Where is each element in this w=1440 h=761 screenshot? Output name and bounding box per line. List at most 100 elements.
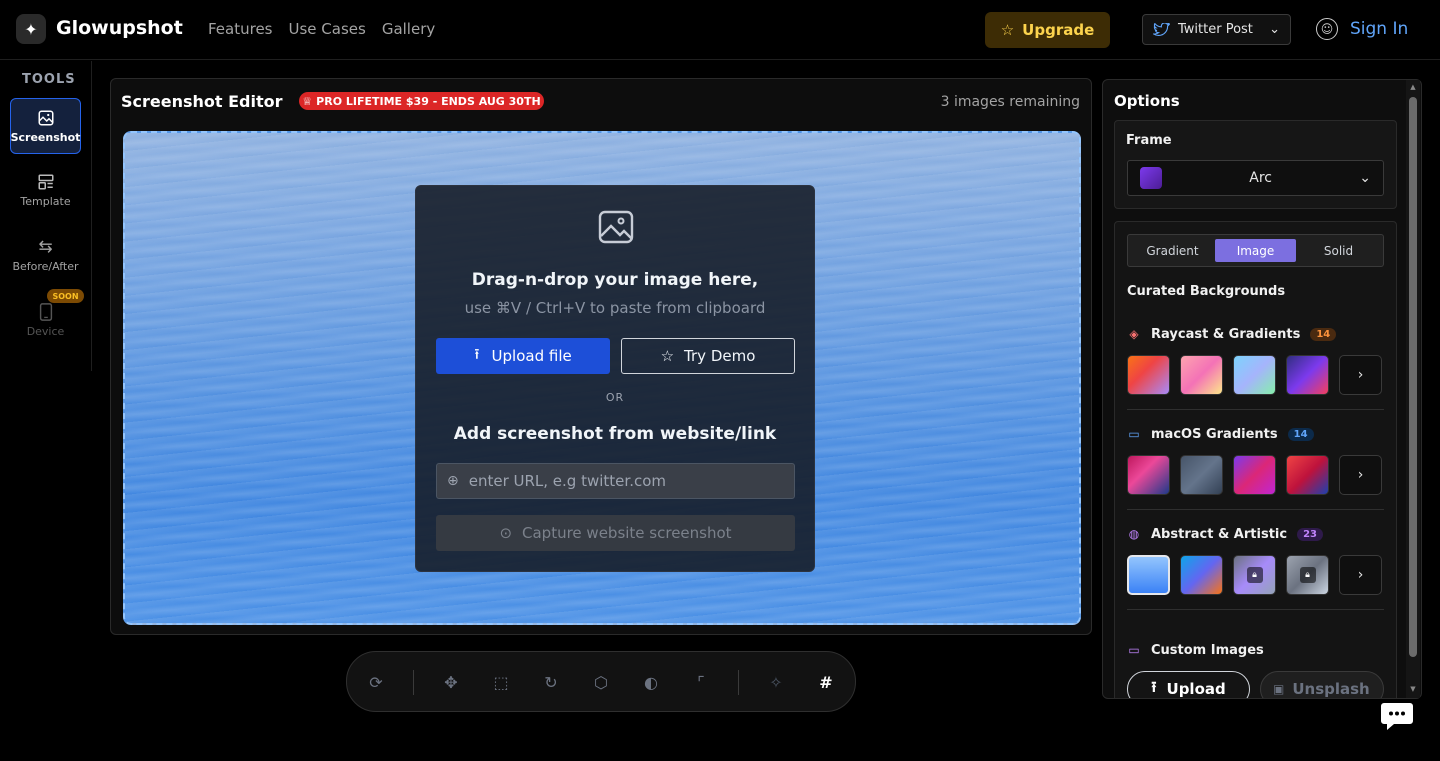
reset-icon[interactable]: ⟳ [365, 671, 387, 693]
swap-icon: ⇆ [38, 236, 53, 257]
count-badge: 14 [1287, 427, 1314, 441]
url-input[interactable] [468, 472, 769, 490]
chat-icon [1381, 703, 1413, 730]
section-abstract: ◍ Abstract & Artistic 23 🔒︎ 🔒︎ › [1127, 525, 1384, 595]
tab-image[interactable]: Image [1215, 239, 1296, 262]
scroll-up-icon[interactable]: ▲ [1409, 84, 1417, 91]
corner-icon[interactable]: ⌜ [690, 671, 712, 693]
promo-badge[interactable]: ♕ PRO LIFETIME $39 - ENDS AUG 30TH [299, 92, 544, 110]
star-icon: ☆ [1000, 21, 1015, 39]
image-icon: ▣ [1273, 682, 1285, 696]
tools-sidebar: TOOLS Screenshot Template ⇆ Before/After… [0, 61, 92, 371]
soon-badge: SOON [47, 289, 84, 303]
contrast-icon[interactable]: ◐ [640, 671, 662, 693]
bg-thumb-locked[interactable]: 🔒︎ [1286, 555, 1329, 595]
bg-thumb[interactable] [1233, 355, 1276, 395]
3d-rotate-icon[interactable]: ⬡ [590, 671, 612, 693]
image-placeholder-icon [598, 210, 634, 244]
capture-website-button[interactable]: ⊙ Capture website screenshot [436, 515, 795, 551]
arc-swatch [1140, 167, 1162, 189]
tool-before-after[interactable]: ⇆ Before/After [10, 227, 81, 283]
section-raycast: ◈ Raycast & Gradients 14 › [1127, 325, 1384, 395]
screenshot-editor: Screenshot Editor ♕ PRO LIFETIME $39 - E… [110, 78, 1092, 635]
logo-icon[interactable]: ✦ [16, 14, 46, 44]
chevron-right-icon[interactable]: › [1339, 555, 1382, 595]
post-type-select[interactable]: Twitter Post ⌄ [1142, 14, 1291, 45]
bg-thumb[interactable] [1180, 455, 1223, 495]
bg-thumb[interactable] [1180, 555, 1223, 595]
upload-icon: ⭱ [1151, 677, 1157, 696]
user-icon: ☺ [1316, 18, 1338, 40]
bg-thumb-locked[interactable]: 🔒︎ [1233, 555, 1276, 595]
magic-icon[interactable]: ✧ [765, 671, 787, 693]
raycast-icon: ◈ [1129, 327, 1139, 341]
background-card: Gradient Image Solid Curated Backgrounds… [1114, 221, 1397, 698]
nav-features[interactable]: Features [208, 20, 273, 38]
image-icon [38, 110, 53, 125]
toolbar-divider [738, 670, 739, 695]
count-badge: 23 [1297, 527, 1323, 541]
options-scrollbar[interactable]: ▲ ▼ [1406, 80, 1420, 698]
upload-file-button[interactable]: ⭱ Upload file [436, 338, 610, 374]
bg-thumb[interactable] [1127, 455, 1170, 495]
canvas-dropzone[interactable]: Drag-n-drop your image here, use ⌘V / Ct… [123, 131, 1081, 625]
chevron-right-icon[interactable]: › [1339, 355, 1382, 395]
count-badge: 14 [1310, 327, 1337, 341]
section-custom: ▭ Custom Images ⭱ Upload ▣ Unsplash [1127, 641, 1384, 698]
bg-thumb[interactable] [1127, 355, 1170, 395]
main-nav: Features Use Cases Gallery [208, 20, 435, 38]
tools-heading: TOOLS [22, 72, 76, 87]
bg-thumb[interactable] [1233, 455, 1276, 495]
section-divider [1127, 509, 1384, 510]
lock-icon: 🔒︎ [1299, 567, 1316, 583]
template-icon [38, 174, 53, 189]
tool-screenshot[interactable]: Screenshot [10, 98, 81, 154]
brand-name[interactable]: Glowupshot [56, 17, 183, 39]
chevron-right-icon[interactable]: › [1339, 455, 1382, 495]
bg-thumb[interactable] [1286, 455, 1329, 495]
frame-card: Frame Arc ⌄ [1114, 120, 1397, 209]
curated-heading: Curated Backgrounds [1127, 284, 1286, 299]
move-icon[interactable]: ✥ [440, 671, 462, 693]
images-remaining: 3 images remaining [940, 94, 1080, 110]
options-title: Options [1114, 92, 1180, 110]
bg-thumb[interactable] [1286, 355, 1329, 395]
chat-widget[interactable] [1378, 697, 1416, 735]
sign-in-button[interactable]: ☺ Sign In [1316, 18, 1408, 40]
or-divider: OR [605, 391, 625, 404]
phone-icon [39, 302, 52, 321]
frame-select[interactable]: Arc ⌄ [1127, 160, 1384, 196]
crop-icon[interactable]: # [815, 671, 837, 693]
bg-thumb-selected[interactable] [1127, 555, 1170, 595]
bg-thumb[interactable] [1180, 355, 1223, 395]
top-bar: ✦ Glowupshot Features Use Cases Gallery … [0, 0, 1440, 60]
star-icon: ☆ [660, 347, 675, 365]
tool-template[interactable]: Template [10, 162, 81, 218]
globe-icon: ⊕ [447, 473, 459, 489]
chevron-down-icon: ⌄ [1359, 170, 1371, 186]
options-panel: Options Frame Arc ⌄ Gradient Image Solid… [1102, 79, 1422, 699]
drop-panel: Drag-n-drop your image here, use ⌘V / Ct… [415, 185, 815, 572]
rotate-icon[interactable]: ↻ [540, 671, 562, 693]
toolbar-divider [413, 670, 414, 695]
url-field[interactable]: ⊕ [436, 463, 795, 499]
nav-gallery[interactable]: Gallery [382, 20, 435, 38]
upgrade-button[interactable]: ☆ Upgrade [985, 12, 1110, 48]
tab-solid[interactable]: Solid [1298, 239, 1379, 262]
upload-background-button[interactable]: ⭱ Upload [1127, 671, 1250, 698]
try-demo-button[interactable]: ☆ Try Demo [621, 338, 795, 374]
tab-gradient[interactable]: Gradient [1132, 239, 1213, 262]
folder-icon: ▭ [1128, 643, 1140, 657]
drop-subtitle: use ⌘V / Ctrl+V to paste from clipboard [464, 299, 766, 317]
chevron-down-icon: ⌄ [1269, 22, 1280, 37]
scale-icon[interactable]: ⬚ [490, 671, 512, 693]
frame-label: Frame [1126, 133, 1172, 148]
camera-icon: ⊙ [499, 524, 513, 542]
background-type-tabs: Gradient Image Solid [1127, 234, 1384, 267]
nav-use-cases[interactable]: Use Cases [289, 20, 366, 38]
unsplash-button[interactable]: ▣ Unsplash [1260, 671, 1384, 698]
section-macos: ▭ macOS Gradients 14 › [1127, 425, 1384, 495]
drop-title: Drag-n-drop your image here, [471, 270, 759, 290]
scroll-down-icon[interactable]: ▼ [1409, 686, 1417, 693]
scroll-thumb[interactable] [1409, 97, 1417, 657]
